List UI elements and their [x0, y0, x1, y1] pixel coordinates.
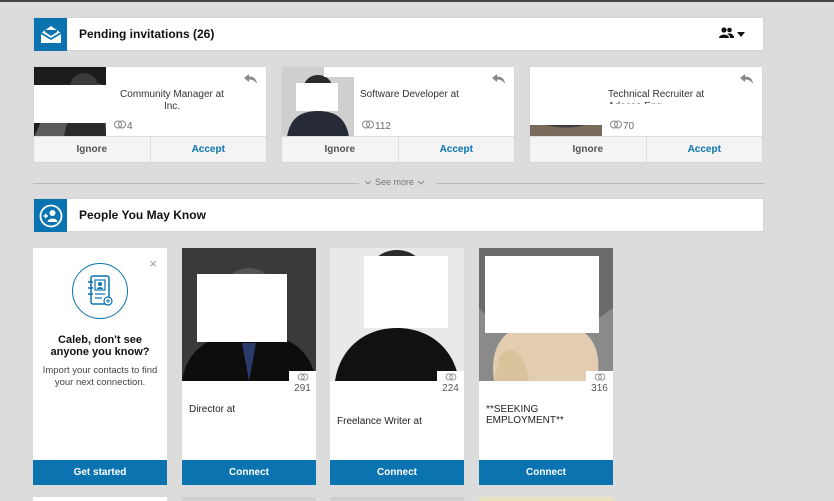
person-card: 224 Freelance Writer at Connect: [330, 248, 464, 485]
people-filter-dropdown[interactable]: [719, 27, 745, 41]
chevron-down-icon: [364, 177, 372, 187]
ignore-button[interactable]: Ignore: [34, 137, 151, 162]
connections-count: 70: [610, 120, 634, 132]
invitation-photo: [530, 67, 602, 137]
invitation-photo: [34, 67, 106, 137]
top-border: [0, 0, 834, 2]
reply-icon[interactable]: [244, 72, 258, 84]
reply-icon[interactable]: [740, 72, 754, 84]
person-card: 316 **SEEKING EMPLOYMENT** Connect: [479, 248, 613, 485]
caret-down-icon: [737, 28, 745, 40]
accept-button[interactable]: Accept: [399, 137, 515, 162]
invitation-actions: Ignore Accept: [282, 136, 514, 162]
pending-invitations-header: Pending invitations (26): [33, 17, 764, 51]
next-row-card: [182, 497, 316, 501]
person-photo[interactable]: [479, 248, 613, 381]
see-more-row: See more: [33, 176, 764, 190]
get-started-button[interactable]: Get started: [33, 460, 167, 485]
invitation-card: Community Manager at Inc. 4 Ignore Accep…: [33, 66, 267, 163]
connections-count: 291: [289, 371, 316, 394]
accept-button[interactable]: Accept: [151, 137, 267, 162]
person-card: 291 Director at Connect: [182, 248, 316, 485]
connections-icon: [362, 120, 374, 132]
see-more-link[interactable]: See more: [364, 177, 425, 187]
invitation-card: Software Developer at 112 Ignore Accept: [281, 66, 515, 163]
connections-icon: [114, 120, 126, 132]
invitation-headline: Software Developer at: [360, 89, 459, 100]
page-title: Pending invitations (26): [79, 27, 215, 41]
person-headline: **SEEKING EMPLOYMENT**: [486, 404, 564, 426]
connections-count: 224: [437, 371, 464, 394]
connections-count: 316: [586, 371, 613, 394]
accept-button[interactable]: Accept: [647, 137, 763, 162]
import-heading: Caleb, don't see anyone you know?: [50, 334, 150, 358]
divider: [437, 183, 764, 184]
address-book-icon: [72, 263, 128, 319]
people-icon: [719, 27, 734, 41]
envelope-open-icon: [34, 18, 67, 51]
invitation-actions: Ignore Accept: [530, 136, 762, 162]
connections-count: 4: [114, 120, 133, 132]
divider: [33, 183, 359, 184]
import-subtext: Import your contacts to find your next c…: [42, 365, 158, 388]
invitation-photo: [282, 67, 354, 137]
section-title: People You May Know: [79, 208, 206, 222]
connect-button[interactable]: Connect: [479, 460, 613, 485]
reply-icon[interactable]: [492, 72, 506, 84]
ignore-button[interactable]: Ignore: [530, 137, 647, 162]
connect-button[interactable]: Connect: [330, 460, 464, 485]
import-contacts-card: × Caleb, don't see anyone you know? Impo…: [33, 248, 167, 485]
person-photo[interactable]: [330, 248, 464, 381]
next-row-card: [479, 497, 613, 501]
connections-icon: [610, 120, 622, 132]
person-headline: Freelance Writer at: [337, 416, 422, 427]
add-contact-icon: [34, 199, 67, 232]
connect-button[interactable]: Connect: [182, 460, 316, 485]
invitation-headline: Community Manager at Inc.: [120, 89, 224, 112]
person-photo[interactable]: [182, 248, 316, 381]
invitation-actions: Ignore Accept: [34, 136, 266, 162]
next-row-card: [33, 497, 167, 501]
close-icon[interactable]: ×: [149, 256, 157, 271]
ignore-button[interactable]: Ignore: [282, 137, 399, 162]
next-row-card: [330, 497, 464, 501]
connections-count: 112: [362, 120, 391, 132]
invitation-headline: Technical Recruiter at Adecco Eng: [608, 89, 705, 104]
pymk-header: People You May Know: [33, 198, 764, 232]
chevron-down-icon: [417, 177, 425, 187]
invitation-card: Technical Recruiter at Adecco Eng 70 Ign…: [529, 66, 763, 163]
person-headline: Director at: [189, 404, 236, 415]
